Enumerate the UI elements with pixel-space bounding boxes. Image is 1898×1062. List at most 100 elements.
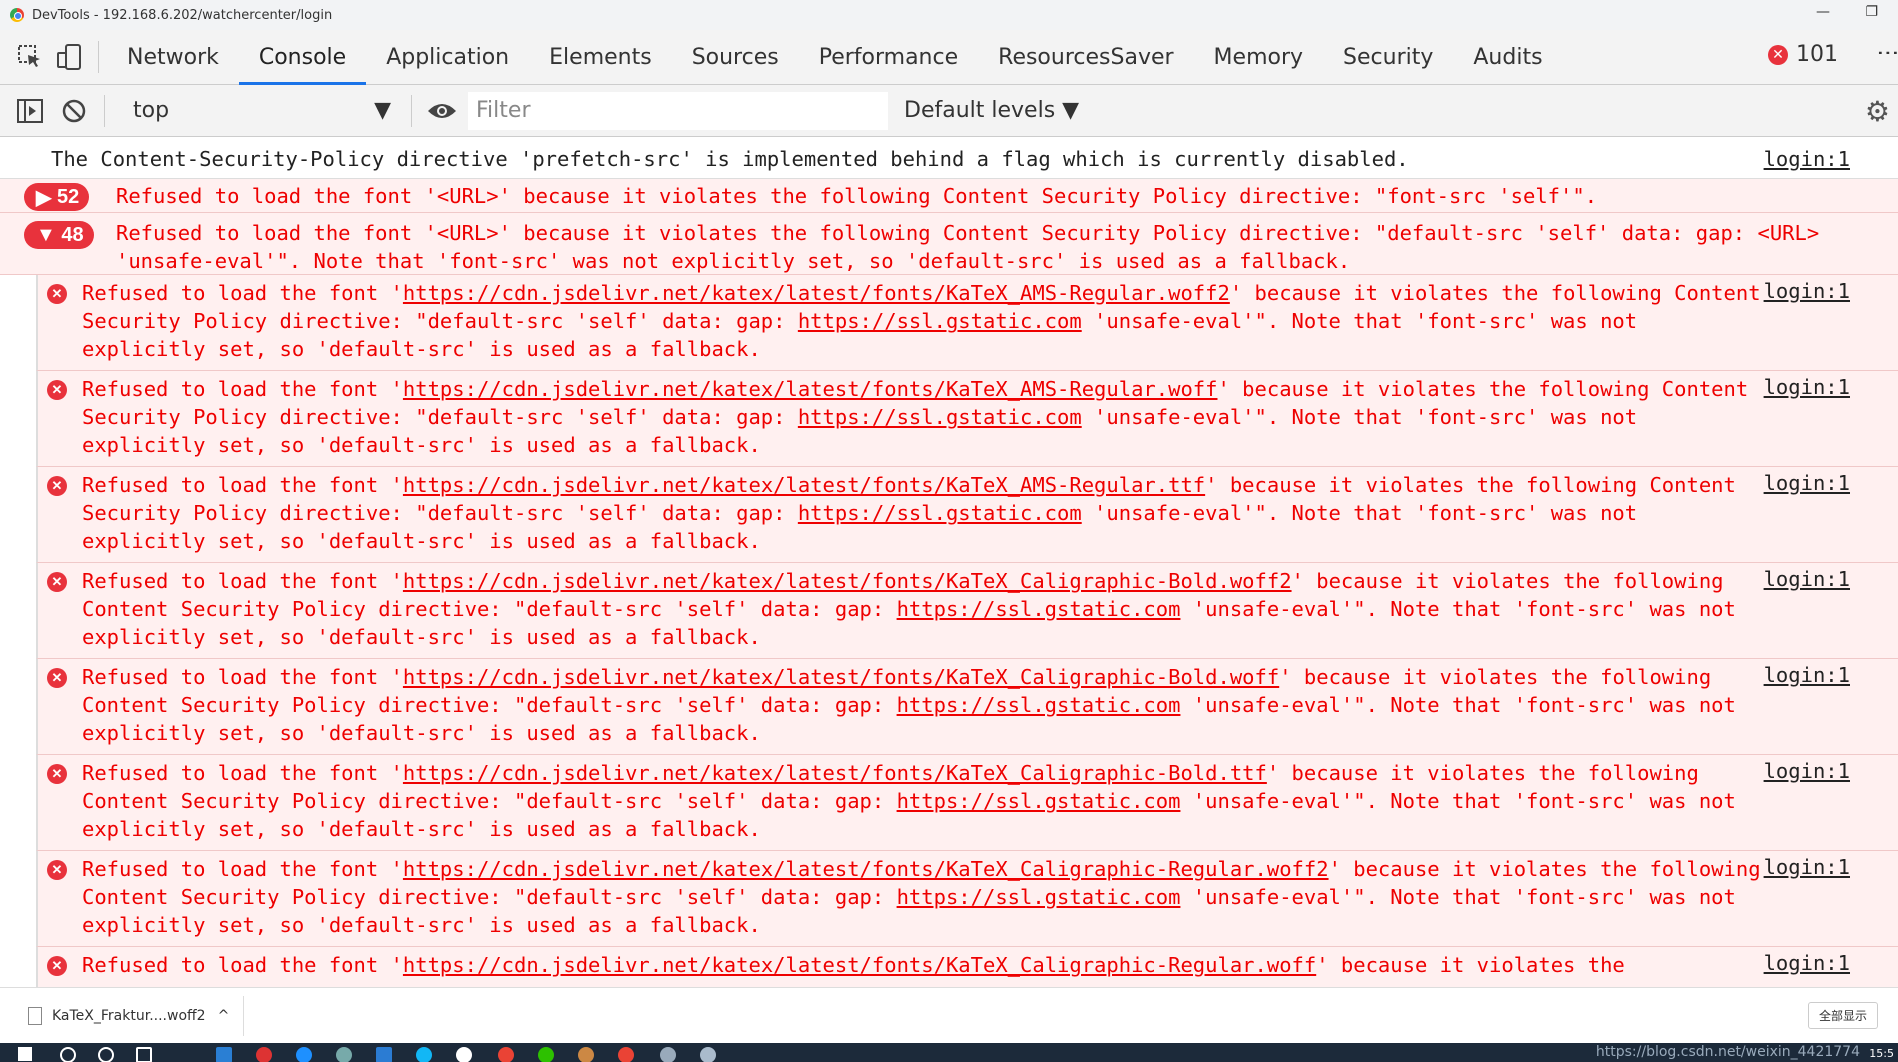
repeat-count: 52	[56, 185, 80, 208]
tab-performance[interactable]: Performance	[799, 30, 978, 85]
error-icon: ✕	[47, 476, 67, 496]
download-shelf: KaTeX_Fraktur....woff2 ^ 全部显示	[0, 987, 1898, 1043]
error-message-row: ✕ Refused to load the font 'https://cdn.j…	[36, 275, 1898, 371]
gstatic-link[interactable]: https://ssl.gstatic.com	[798, 501, 1082, 525]
minimize-button[interactable]: —	[1816, 4, 1830, 20]
chevron-up-icon[interactable]: ^	[218, 1008, 230, 1024]
show-all-button[interactable]: 全部显示	[1807, 1002, 1878, 1029]
repeat-count-badge: ▼ 48	[24, 221, 94, 249]
log-levels-dropdown[interactable]: Default levels ▼	[904, 98, 1079, 123]
task-view-icon[interactable]	[136, 1047, 152, 1062]
live-expression-eye-icon[interactable]	[422, 91, 462, 131]
error-message-row: ✕ Refused to load the font 'https://cdn.j…	[36, 371, 1898, 467]
gstatic-link[interactable]: https://ssl.gstatic.com	[897, 885, 1181, 909]
context-selector-value: top	[133, 98, 170, 123]
gstatic-link[interactable]: https://ssl.gstatic.com	[897, 597, 1181, 621]
gstatic-link[interactable]: https://ssl.gstatic.com	[798, 309, 1082, 333]
error-icon: ✕	[47, 764, 67, 784]
source-link[interactable]: login:1	[1764, 663, 1850, 687]
app-icon[interactable]	[336, 1047, 352, 1062]
message-text: Refused to load the font '	[82, 473, 403, 497]
chrome-icon[interactable]	[618, 1047, 634, 1062]
cortana-icon[interactable]	[98, 1047, 114, 1062]
tab-security[interactable]: Security	[1323, 30, 1453, 85]
start-icon[interactable]	[18, 1047, 32, 1061]
filter-input[interactable]: Filter	[468, 91, 888, 130]
error-message-row: ✕ Refused to load the font 'https://cdn.j…	[36, 755, 1898, 851]
tab-audits[interactable]: Audits	[1453, 30, 1562, 85]
window-title: DevTools - 192.168.6.202/watchercenter/l…	[32, 7, 333, 23]
error-icon: ✕	[47, 572, 67, 592]
source-link[interactable]: login:1	[1764, 951, 1850, 975]
tab-network[interactable]: Network	[107, 30, 239, 85]
font-url-link[interactable]: https://cdn.jsdelivr.net/katex/latest/fo…	[403, 569, 1292, 593]
tab-sources[interactable]: Sources	[672, 30, 799, 85]
watermark-text: https://blog.csdn.net/weixin_4421774	[1595, 1044, 1860, 1060]
inspect-element-icon[interactable]	[10, 37, 50, 77]
wechat-icon[interactable]	[538, 1047, 554, 1062]
info-message: The Content-Security-Policy directive 'p…	[0, 139, 1898, 179]
toolbar-divider	[104, 94, 105, 127]
message-text: Refused to load the font '	[82, 569, 403, 593]
app-icon[interactable]	[660, 1047, 676, 1062]
font-url-link[interactable]: https://cdn.jsdelivr.net/katex/latest/fo…	[403, 857, 1329, 881]
font-url-link[interactable]: https://cdn.jsdelivr.net/katex/latest/fo…	[403, 377, 1218, 401]
tab-resourcessaver[interactable]: ResourcesSaver	[978, 30, 1193, 85]
console-messages: The Content-Security-Policy directive 'p…	[0, 139, 1898, 987]
font-url-link[interactable]: https://cdn.jsdelivr.net/katex/latest/fo…	[403, 953, 1316, 977]
chrome-icon[interactable]	[498, 1047, 514, 1062]
vscode-icon[interactable]	[376, 1047, 392, 1062]
device-toolbar-icon[interactable]	[50, 37, 90, 77]
source-link[interactable]: login:1	[1764, 567, 1850, 591]
error-group-collapsed[interactable]: ▶ 52 Refused to load the font '<URL>' be…	[0, 179, 1898, 213]
gstatic-link[interactable]: https://ssl.gstatic.com	[897, 789, 1181, 813]
tab-elements[interactable]: Elements	[529, 30, 672, 85]
message-text: Refused to load the font '	[82, 761, 403, 785]
font-url-link[interactable]: https://cdn.jsdelivr.net/katex/latest/fo…	[403, 665, 1279, 689]
app-icon[interactable]	[216, 1047, 232, 1062]
toolbar-divider	[98, 41, 99, 73]
source-link[interactable]: login:1	[1764, 759, 1850, 783]
context-selector[interactable]: top ▼	[121, 91, 401, 131]
edge-icon[interactable]	[296, 1047, 312, 1062]
gear-icon[interactable]: ⚙	[1865, 95, 1890, 128]
source-link[interactable]: login:1	[1764, 147, 1850, 171]
font-url-link[interactable]: https://cdn.jsdelivr.net/katex/latest/fo…	[403, 761, 1267, 785]
sidebar-toggle-icon[interactable]	[10, 91, 50, 131]
source-link[interactable]: login:1	[1764, 855, 1850, 879]
error-icon: ✕	[47, 284, 67, 304]
tab-console[interactable]: Console	[238, 30, 367, 85]
app-icon[interactable]	[578, 1047, 594, 1062]
error-message-row: ✕ Refused to load the font 'https://cdn.j…	[36, 659, 1898, 755]
error-count: 101	[1796, 42, 1838, 67]
download-item-name[interactable]: KaTeX_Fraktur....woff2	[52, 1008, 206, 1024]
gstatic-link[interactable]: https://ssl.gstatic.com	[897, 693, 1181, 717]
gstatic-link[interactable]: https://ssl.gstatic.com	[798, 405, 1082, 429]
qq-icon[interactable]	[416, 1047, 432, 1062]
maximize-button[interactable]: ❐	[1865, 4, 1878, 20]
error-icon: ✕	[47, 860, 67, 880]
error-message-text: Refused to load the font 'https://cdn.js…	[82, 663, 1772, 750]
error-counter[interactable]: ✕ 101	[1768, 42, 1838, 67]
source-link[interactable]: login:1	[1764, 375, 1850, 399]
error-icon: ✕	[47, 956, 67, 976]
tab-application[interactable]: Application	[366, 30, 529, 85]
devtools-tabs-bar: Network Console Application Elements Sou…	[0, 30, 1898, 85]
font-url-link[interactable]: https://cdn.jsdelivr.net/katex/latest/fo…	[403, 473, 1205, 497]
source-link[interactable]: login:1	[1764, 471, 1850, 495]
clear-console-icon[interactable]	[54, 91, 94, 131]
app-icon[interactable]	[256, 1047, 272, 1062]
error-message-text: Refused to load the font 'https://cdn.js…	[82, 951, 1772, 987]
message-text: ' because it violates the	[1316, 953, 1625, 977]
search-icon[interactable]	[60, 1047, 76, 1062]
app-icon[interactable]	[456, 1047, 472, 1062]
message-text: Refused to load the font '	[82, 857, 403, 881]
message-text: Refused to load the font '	[82, 377, 403, 401]
font-url-link[interactable]: https://cdn.jsdelivr.net/katex/latest/fo…	[403, 281, 1230, 305]
message-text: Refused to load the font '	[82, 665, 403, 689]
error-group-expanded[interactable]: ▼ 48 Refused to load the font '<URL>' be…	[0, 213, 1898, 275]
tab-memory[interactable]: Memory	[1194, 30, 1323, 85]
app-icon[interactable]	[700, 1047, 716, 1062]
more-options-icon[interactable]: ⋮	[1875, 42, 1898, 64]
source-link[interactable]: login:1	[1764, 279, 1850, 303]
